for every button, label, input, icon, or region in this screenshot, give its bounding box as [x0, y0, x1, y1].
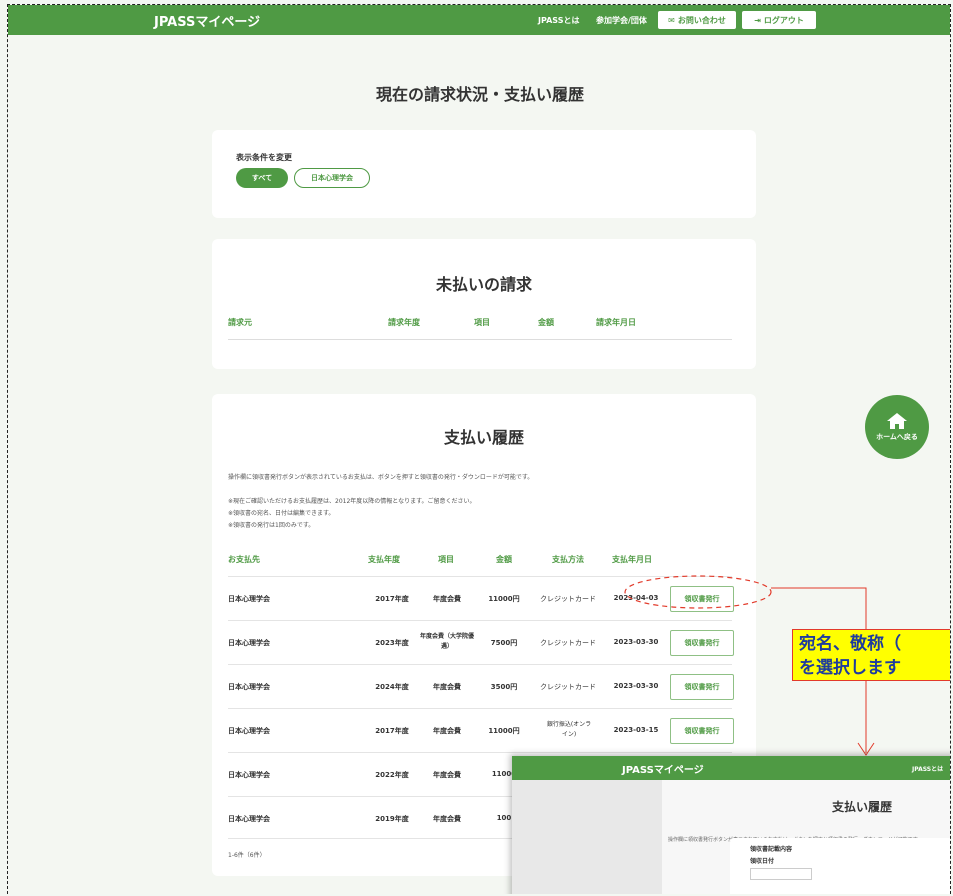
row-year: 2017年度	[375, 727, 409, 735]
row-year: 2017年度	[375, 595, 409, 603]
contact-button[interactable]: ✉ お問い合わせ	[658, 11, 736, 29]
home-button[interactable]: ホームへ戻る	[865, 395, 929, 459]
history-header-divider	[228, 576, 732, 577]
history-note-3: ※領収書の発行は1回のみです。	[228, 522, 315, 529]
annotation-callout: 宛名、敬称（ を選択します	[792, 629, 950, 681]
unpaid-col-amount: 金額	[538, 318, 554, 327]
filter-card: 表示条件を変更 すべて 日本心理学会	[212, 130, 756, 218]
history-col-date: 支払年月日	[612, 555, 652, 564]
inset-dialog: 領収書記載内容 領収日付	[730, 838, 950, 894]
contact-label: お問い合わせ	[677, 15, 726, 25]
arrow-down-icon	[857, 742, 875, 756]
inset-date-field	[750, 868, 812, 880]
home-icon	[887, 413, 907, 429]
nav-societies-link[interactable]: 参加学会/団体	[596, 15, 647, 26]
row-year: 2023年度	[375, 639, 409, 647]
row-payee: 日本心理学会	[228, 727, 270, 735]
row-amount: 3500円	[490, 683, 518, 691]
brand-logo[interactable]: JPASSマイページ	[154, 11, 260, 30]
issue-receipt-button[interactable]: 領収書発行	[670, 718, 734, 744]
row-date: 2023-03-30	[613, 638, 659, 646]
filter-label: 表示条件を変更	[236, 153, 292, 162]
home-button-label: ホームへ戻る	[876, 433, 918, 441]
row-payee: 日本心理学会	[228, 639, 270, 647]
page-title: 現在の請求状況・支払い履歴	[375, 85, 584, 104]
history-col-amount: 金額	[496, 555, 512, 564]
inset-dialog-field-label: 領収日付	[750, 858, 775, 865]
unpaid-col-year: 請求年度	[388, 318, 420, 327]
issue-receipt-button[interactable]: 領収書発行	[670, 674, 734, 700]
history-col-payee: お支払先	[228, 555, 260, 564]
row-method: クレジットカード	[540, 595, 596, 603]
filter-society-chip[interactable]: 日本心理学会	[294, 168, 370, 188]
inset-title: 支払い履歴	[832, 800, 893, 814]
mail-icon: ✉	[668, 15, 675, 25]
row-payee: 日本心理学会	[228, 595, 270, 603]
history-col-method: 支払方法	[552, 555, 584, 564]
row-amount: 11000円	[488, 595, 520, 603]
browser-frame: JPASSマイページ JPASSとは 参加学会/団体 ✉ お問い合わせ ⇥ ログ…	[7, 4, 951, 894]
callout-line-2: を選択します	[799, 658, 901, 678]
inset-dialog-title: 領収書記載内容	[750, 846, 793, 853]
row-amount: 11000円	[488, 727, 520, 735]
callout-connector-line	[771, 587, 867, 629]
row-item: 年度会費	[433, 771, 461, 779]
row-item: 年度会費	[433, 683, 461, 691]
inset-brand: JPASSマイページ	[622, 765, 704, 776]
row-item: 年度会費	[433, 595, 461, 603]
row-amount: 7500円	[490, 639, 518, 647]
unpaid-col-item: 項目	[474, 318, 490, 327]
row-method: クレジットカード	[540, 639, 596, 647]
inset-nav-about: JPASSとは	[912, 766, 944, 773]
inset-screenshot: JPASSマイページ JPASSとは 支払い履歴 操作欄に領収書発行ボタンが表示…	[512, 756, 950, 894]
logout-icon: ⇥	[754, 15, 761, 25]
inset-top-bar: JPASSマイページ JPASSとは	[512, 756, 950, 780]
row-payee: 日本心理学会	[228, 683, 270, 691]
row-method: 銀行振込(オンライン)	[546, 721, 592, 738]
unpaid-col-date: 請求年月日	[596, 318, 636, 327]
logout-button[interactable]: ⇥ ログアウト	[742, 11, 816, 29]
row-method: クレジットカード	[540, 683, 596, 691]
history-note-main: 操作欄に領収書発行ボタンが表示されているお支払は、ボタンを押すと領収書の発行・ダ…	[228, 474, 534, 481]
row-item: 年度会費（大学院優遇）	[420, 633, 475, 650]
nav-about-link[interactable]: JPASSとは	[538, 15, 579, 26]
row-divider	[228, 664, 732, 665]
history-col-item: 項目	[438, 555, 454, 564]
row-date: 2023-03-15	[613, 726, 659, 734]
row-divider	[228, 620, 732, 621]
row-year: 2024年度	[375, 683, 409, 691]
history-note-2: ※領収書の宛名、日付は編集できます。	[228, 510, 335, 517]
history-col-year: 支払年度	[368, 555, 400, 564]
pager-count: 1-6件（6件）	[228, 852, 266, 859]
filter-all-chip[interactable]: すべて	[236, 168, 288, 188]
row-payee: 日本心理学会	[228, 771, 270, 779]
row-year: 2022年度	[375, 771, 409, 779]
issue-receipt-button[interactable]: 領収書発行	[670, 586, 734, 612]
callout-line-1: 宛名、敬称（	[799, 634, 901, 654]
row-date: 2023-03-30	[613, 682, 659, 690]
row-item: 年度会費	[433, 815, 461, 823]
issue-receipt-button[interactable]: 領収書発行	[670, 630, 734, 656]
top-nav-bar: JPASSマイページ JPASSとは 参加学会/団体 ✉ お問い合わせ ⇥ ログ…	[8, 5, 950, 35]
history-title: 支払い履歴	[443, 428, 524, 447]
row-year: 2019年度	[375, 815, 409, 823]
row-divider	[228, 752, 732, 753]
logout-label: ログアウト	[763, 15, 804, 25]
row-date: 2023-04-03	[613, 594, 659, 602]
history-note-1: ※現在ご確認いただけるお支払履歴は、2012年度以降の情報となります。ご留意くだ…	[228, 498, 476, 505]
row-divider	[228, 708, 732, 709]
unpaid-card: 未払いの請求 請求元 請求年度 項目 金額 請求年月日	[212, 239, 756, 369]
row-payee: 日本心理学会	[228, 815, 270, 823]
unpaid-title: 未払いの請求	[435, 275, 532, 294]
unpaid-col-source: 請求元	[228, 318, 252, 327]
row-item: 年度会費	[433, 727, 461, 735]
unpaid-divider	[228, 339, 732, 340]
